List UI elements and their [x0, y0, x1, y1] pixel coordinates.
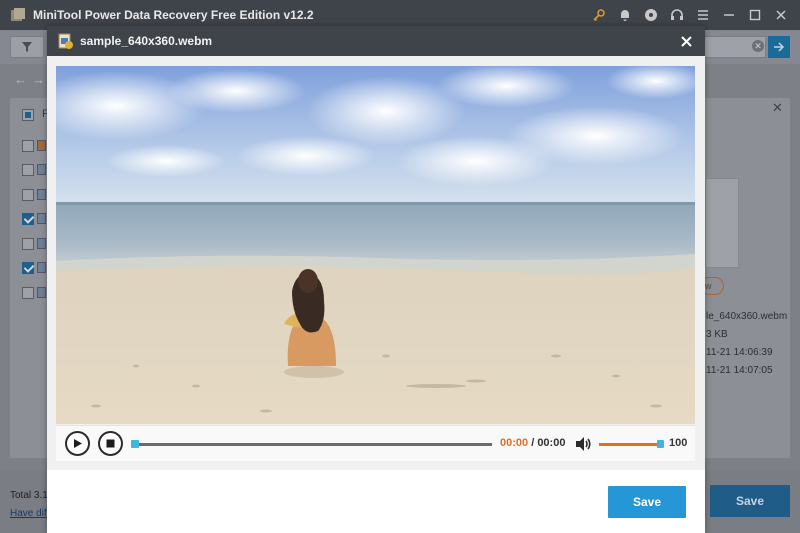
file-icon	[37, 140, 46, 151]
details-modified-date: 11-21 14:07:05	[706, 365, 773, 376]
row-checkbox[interactable]	[22, 189, 34, 201]
menu-icon[interactable]	[692, 4, 714, 26]
total-time: 00:00	[537, 437, 566, 449]
dialog-title: sample_640x360.webm	[80, 34, 213, 48]
time-display: 00:00 / 00:00	[500, 437, 565, 449]
player-controls: 00:00 / 00:00 100	[56, 425, 695, 461]
file-icon	[37, 213, 46, 224]
search-go-button[interactable]	[768, 36, 790, 58]
video-frame[interactable]	[56, 66, 695, 424]
details-close-icon[interactable]: ✕	[772, 100, 783, 116]
row-checkbox[interactable]	[22, 262, 34, 274]
details-file-size: 3 KB	[706, 329, 728, 340]
file-list-panel	[10, 98, 50, 458]
app-logo-icon	[11, 8, 25, 21]
search-clear-icon[interactable]: ✕	[752, 40, 764, 52]
close-icon[interactable]	[770, 4, 792, 26]
row-checkbox[interactable]	[22, 140, 34, 152]
seek-bar[interactable]	[134, 443, 492, 446]
stop-icon	[106, 439, 115, 448]
save-button[interactable]: Save	[608, 486, 686, 518]
status-total: Total 3.1	[10, 490, 48, 501]
dialog-close-button[interactable]	[677, 32, 695, 50]
video-file-icon	[58, 33, 73, 49]
dialog-title-bar: sample_640x360.webm	[47, 26, 705, 56]
details-file-name: le_640x360.webm	[706, 311, 788, 322]
filter-icon	[22, 42, 32, 52]
forward-arrow-icon[interactable]: →	[32, 72, 45, 87]
file-icon	[37, 238, 46, 249]
seek-handle[interactable]	[131, 440, 139, 448]
file-icon	[37, 189, 46, 200]
row-checkbox[interactable]	[22, 238, 34, 250]
volume-icon[interactable]	[574, 435, 592, 453]
close-icon	[680, 35, 692, 47]
video-player: 00:00 / 00:00 100	[47, 56, 705, 470]
volume-handle[interactable]	[657, 440, 664, 448]
play-icon	[74, 439, 82, 448]
file-icon	[37, 287, 46, 298]
main-save-button[interactable]: Save	[710, 485, 790, 517]
volume-level	[599, 443, 661, 446]
row-checkbox[interactable]	[22, 287, 34, 299]
select-all-checkbox[interactable]	[22, 109, 34, 121]
details-created-date: 11-21 14:06:39	[706, 347, 773, 358]
time-separator: /	[528, 437, 538, 449]
row-checkbox[interactable]	[22, 213, 34, 225]
disc-icon[interactable]	[640, 4, 662, 26]
arrow-right-icon	[774, 42, 785, 52]
current-time: 00:00	[500, 437, 529, 449]
filter-button[interactable]	[10, 36, 44, 58]
help-link[interactable]: Have diff	[10, 508, 49, 519]
back-arrow-icon[interactable]: ←	[14, 72, 27, 87]
preview-dialog: sample_640x360.webm 00:00 / 00:00 100 Sa…	[47, 26, 705, 533]
minimize-icon[interactable]	[718, 4, 740, 26]
play-button[interactable]	[65, 431, 90, 456]
file-icon	[37, 164, 46, 175]
maximize-icon[interactable]	[744, 4, 766, 26]
volume-value: 100	[669, 437, 688, 449]
bell-icon[interactable]	[614, 4, 636, 26]
volume-slider[interactable]	[599, 443, 661, 446]
key-icon[interactable]	[588, 4, 610, 26]
video-still-image	[56, 66, 695, 424]
file-icon	[37, 262, 46, 273]
row-checkbox[interactable]	[22, 164, 34, 176]
app-title: MiniTool Power Data Recovery Free Editio…	[33, 8, 314, 22]
headset-icon[interactable]	[666, 4, 688, 26]
details-thumbnail	[705, 178, 739, 268]
stop-button[interactable]	[98, 431, 123, 456]
